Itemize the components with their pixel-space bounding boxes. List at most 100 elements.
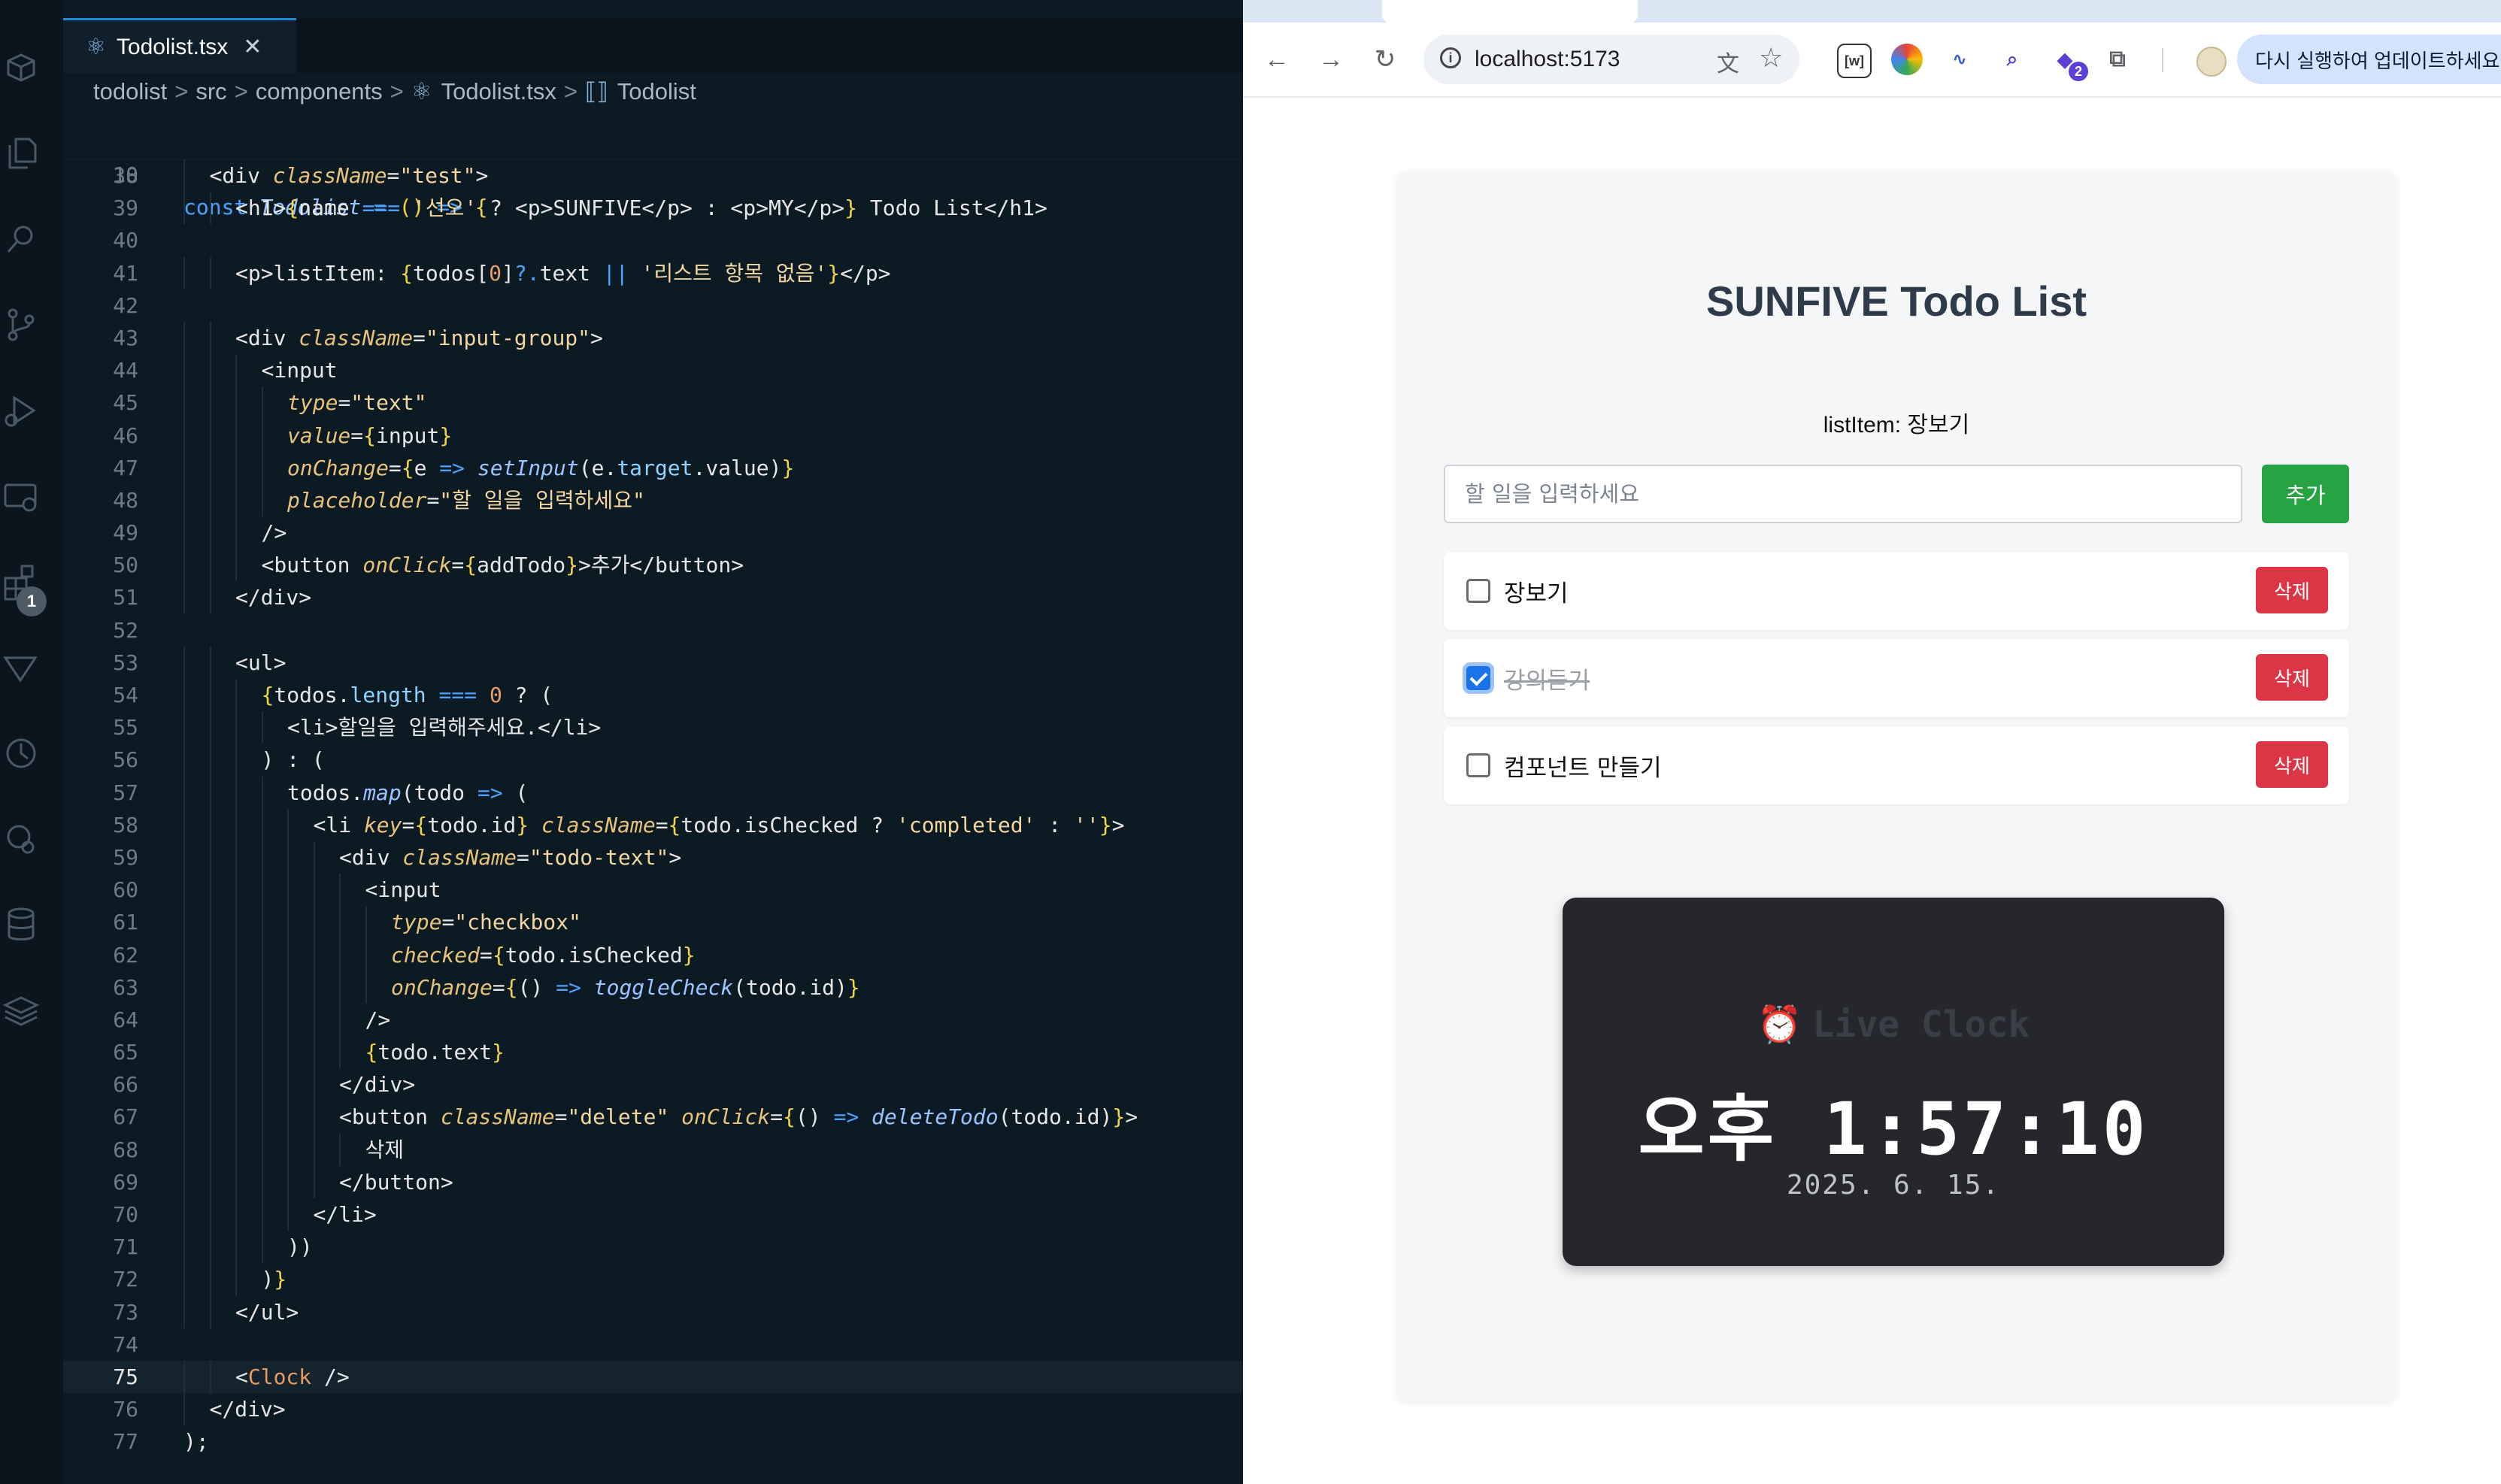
code-line[interactable]: 55 <li>할일을 입력해주세요.</li> [63,711,1243,744]
delete-button[interactable]: 삭제 [2256,567,2328,613]
code-line[interactable]: 49 /> [63,516,1243,550]
code-line[interactable]: 65 {todo.text} [63,1036,1243,1069]
code-line[interactable]: 46 value={input} [63,419,1243,452]
code-line[interactable]: 70 </li> [63,1198,1243,1231]
code-line[interactable]: 56) : ( [63,744,1243,777]
indent-guide [209,646,211,679]
code-line[interactable]: 38 <div className="test"> [63,159,1243,192]
testing-icon[interactable] [0,647,42,689]
explorer-files-icon[interactable] [0,132,42,174]
code-line[interactable]: 51 </div> [63,581,1243,614]
line-number: 51 [113,585,138,610]
breadcrumb-item-symbol[interactable]: Todolist [617,78,696,105]
code-line[interactable]: 45 type="text" [63,386,1243,419]
indent-guide [235,971,237,1004]
breadcrumb-item-src[interactable]: src [196,78,226,105]
todo-checkbox[interactable] [1466,579,1490,603]
code-line[interactable]: 41 <p>listItem: {todos[0]?.text || '리스트 항… [63,256,1243,289]
code-line[interactable]: 60 <input [63,874,1243,907]
code-line[interactable]: 68 삭제 [63,1133,1243,1166]
code-text: {todos.length === 0 ? ( [261,683,553,707]
extensions-cube-icon[interactable] [0,47,42,89]
back-arrow-icon[interactable]: ← [1258,41,1296,78]
code-line[interactable]: 52 [63,614,1243,647]
code-line[interactable]: 73 </ul> [63,1295,1243,1328]
reload-icon[interactable]: ↻ [1366,41,1404,78]
code-line[interactable]: 59 <div className="todo-text"> [63,840,1243,874]
code-text: type="text" [287,390,427,416]
code-line[interactable]: 44 <input [63,354,1243,387]
address-bar[interactable]: i localhost:5173 文 ☆ [1423,35,1799,84]
extension-search-icon[interactable]: ⌕ [1996,44,2028,75]
code-line[interactable]: 72)} [63,1263,1243,1296]
tab-todolist-tsx[interactable]: ⚛ Todolist.tsx ✕ [63,18,296,74]
todo-input[interactable] [1444,465,2242,523]
indent-guide [261,1036,263,1069]
code-line[interactable]: 74 [63,1328,1243,1361]
breadcrumb-item-components[interactable]: components [256,78,383,105]
update-chrome-button[interactable]: 다시 실행하여 업데이트하세요. [2237,35,2501,84]
code-line[interactable]: 42 [63,289,1243,322]
layers-icon[interactable] [0,989,42,1031]
breadcrumb-item-file[interactable]: Todolist.tsx [441,78,556,105]
site-info-icon[interactable]: i [1440,47,1461,68]
browser-tab[interactable] [1382,0,1638,23]
code-line[interactable]: 48 placeholder="할 일을 입력하세요" [63,483,1243,517]
add-todo-button[interactable]: 추가 [2262,465,2349,523]
line-number: 75 [113,1364,138,1389]
todo-checkbox[interactable] [1466,753,1490,777]
delete-button[interactable]: 삭제 [2256,741,2328,788]
remote-explorer-icon[interactable] [0,475,42,517]
code-line[interactable]: 58 <li key={todo.id} className={todo.isCh… [63,808,1243,841]
profile-avatar[interactable] [2196,47,2227,77]
run-debug-icon[interactable] [0,389,42,432]
code-line[interactable]: 53 <ul> [63,646,1243,679]
close-icon[interactable]: ✕ [243,34,262,60]
code-line[interactable]: 71)) [63,1231,1243,1264]
code-line[interactable]: 77); [63,1425,1243,1458]
code-line[interactable]: 67 <button className="delete" onClick={()… [63,1101,1243,1134]
code-line[interactable]: 62 checked={todo.isChecked} [63,938,1243,971]
extensions-puzzle-icon[interactable]: ⧉ [2102,44,2133,75]
code-line[interactable]: 43 <div className="input-group"> [63,321,1243,355]
code-line[interactable]: 57 todos.map(todo => ( [63,776,1243,809]
indent-guide [209,419,211,452]
extension-color-icon[interactable] [1891,44,1923,75]
code-line[interactable]: 76 </div> [63,1393,1243,1426]
indent-guide [313,840,315,874]
search-icon[interactable] [0,218,42,260]
delete-button[interactable]: 삭제 [2256,654,2328,701]
code-line[interactable]: 47 onChange={e => setInput(e.target.value… [63,451,1243,484]
code-line[interactable]: 69 </button> [63,1165,1243,1198]
accounts-settings-icon[interactable] [0,818,42,860]
code-line[interactable]: 39 <h1>{name === '선오' ? <p>SUNFIVE</p> : … [63,192,1243,225]
source-control-icon[interactable] [0,304,42,346]
sticky-scroll-line[interactable]: 10 const Todolist = () => { [63,126,1243,220]
indent-guide [183,192,185,225]
code-line[interactable]: 61 type="checkbox" [63,906,1243,939]
bookmark-star-icon[interactable]: ☆ [1759,42,1783,74]
code-line[interactable]: 64 /> [63,1003,1243,1037]
indent-guide [235,1165,237,1198]
indent-guide [235,679,237,712]
code-line[interactable]: 40 [63,224,1243,256]
forward-arrow-icon[interactable]: → [1312,41,1350,78]
code-line[interactable]: 54 {todos.length === 0 ? ( [63,679,1243,712]
code-line[interactable]: 50 <button onClick={addTodo}>추가</button> [63,549,1243,582]
code-line[interactable]: 63 onChange={() => toggleCheck(todo.id)} [63,971,1243,1004]
line-number: 46 [113,422,138,448]
indent-guide [209,321,211,355]
code-line[interactable]: 75 <Clock /> [63,1360,1243,1394]
timeline-icon[interactable] [0,732,42,774]
database-icon[interactable] [0,904,42,946]
translate-icon[interactable]: 文 [1717,45,1739,78]
todo-checkbox[interactable] [1466,666,1490,690]
indent-guide [183,646,185,679]
extension-w-icon[interactable]: [w] [1837,44,1872,78]
code-line[interactable]: 66 </div> [63,1068,1243,1101]
code-editor[interactable]: 38 <div className="test"> 39 <h1>{name === … [63,159,1243,1458]
breadcrumb-item-todolist[interactable]: todolist [93,78,167,105]
toolbar-divider [2162,48,2163,72]
indent-guide [183,354,185,387]
extension-wave-icon[interactable]: ∿ [1944,44,1975,75]
